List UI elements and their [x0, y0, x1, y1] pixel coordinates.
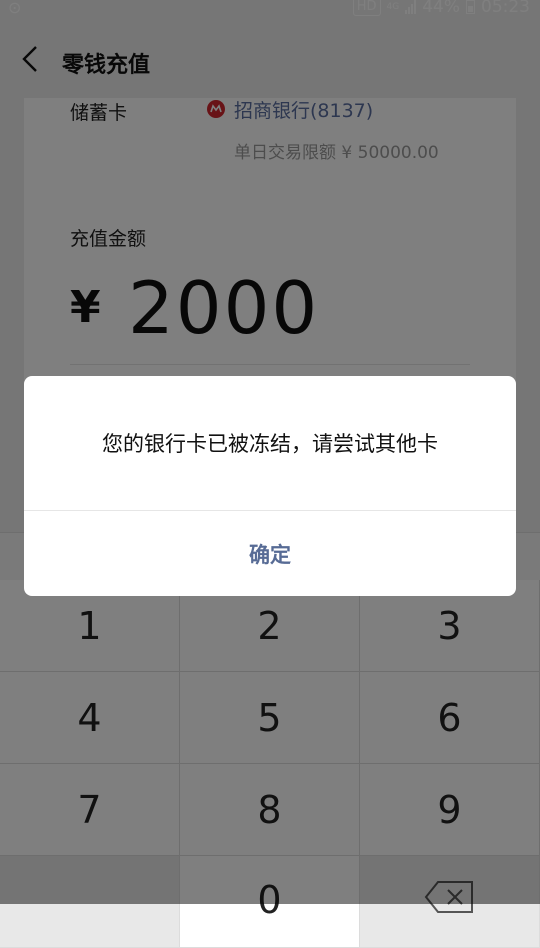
dialog-message: 您的银行卡已被冻结，请尝试其他卡: [102, 432, 438, 456]
alert-dialog: 您的银行卡已被冻结，请尝试其他卡 确定: [24, 376, 516, 596]
confirm-button[interactable]: 确定: [24, 511, 516, 596]
